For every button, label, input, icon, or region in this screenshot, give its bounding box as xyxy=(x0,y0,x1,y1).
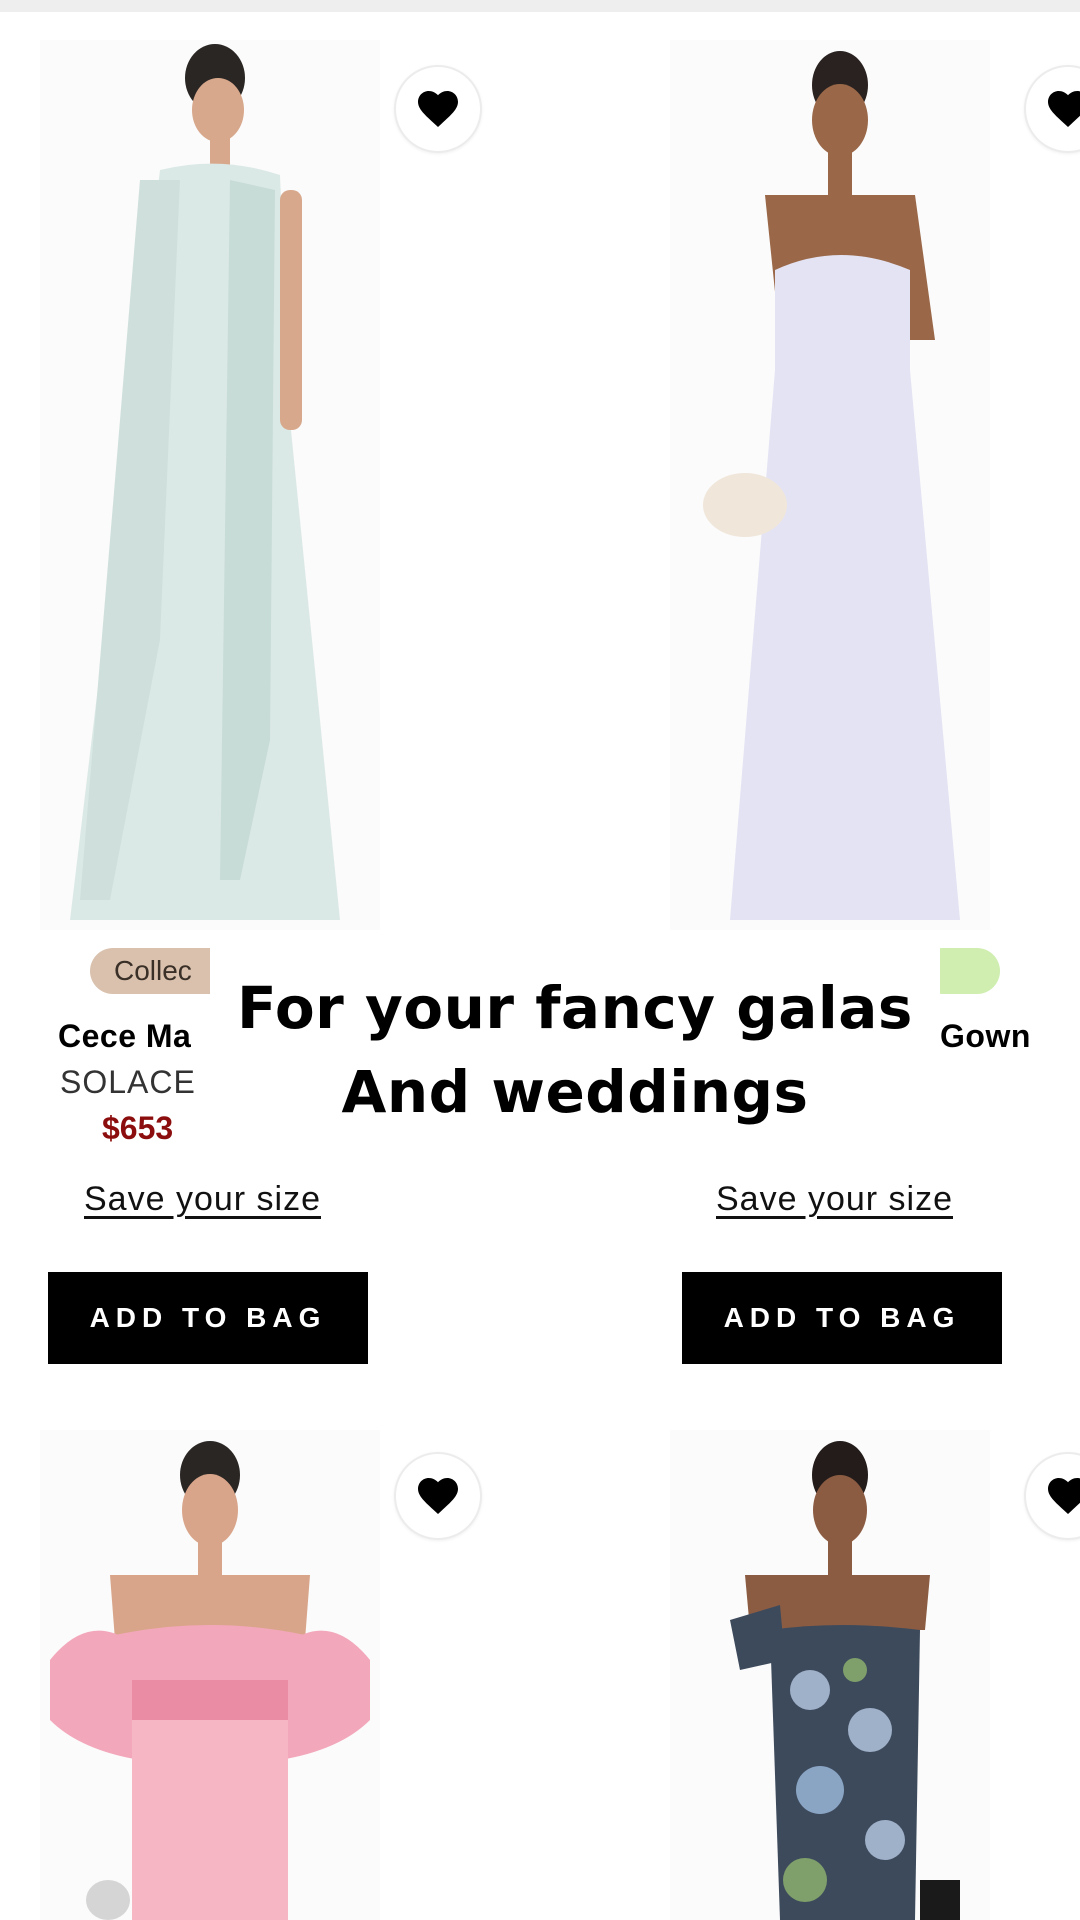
caption-line-1: For your fancy galas xyxy=(237,974,913,1042)
caption-overlay: For your fancy galas And weddings xyxy=(210,930,940,1170)
caption-line-2: And weddings xyxy=(341,1058,809,1126)
product-card-2[interactable]: Gown Save your size ADD TO BAG xyxy=(540,0,1080,1400)
product-image-3[interactable] xyxy=(40,1430,380,1920)
product-name-1[interactable]: Cece Ma xyxy=(58,1018,191,1055)
product-price-1: $653 xyxy=(102,1110,174,1146)
save-your-size-link-2[interactable]: Save your size xyxy=(716,1180,953,1219)
favorite-button-2[interactable] xyxy=(1024,65,1080,153)
product-image-4[interactable] xyxy=(670,1430,990,1920)
product-image-1[interactable] xyxy=(40,40,380,930)
heart-icon xyxy=(1048,91,1080,127)
product-name-2[interactable]: Gown xyxy=(940,1018,1031,1055)
favorite-button-1[interactable] xyxy=(394,65,482,153)
add-to-bag-button-2[interactable]: ADD TO BAG xyxy=(682,1272,1002,1364)
heart-icon xyxy=(418,1478,458,1514)
favorite-button-4[interactable] xyxy=(1024,1452,1080,1540)
product-card-4[interactable] xyxy=(540,1400,1080,1920)
heart-icon xyxy=(1048,1478,1080,1514)
product-card-1[interactable]: Collec Cece Ma SOLACE $653 Save your siz… xyxy=(0,0,540,1400)
add-to-bag-button-1[interactable]: ADD TO BAG xyxy=(48,1272,368,1364)
product-card-3[interactable] xyxy=(0,1400,540,1920)
favorite-button-3[interactable] xyxy=(394,1452,482,1540)
heart-icon xyxy=(418,91,458,127)
save-your-size-link-1[interactable]: Save your size xyxy=(84,1180,321,1219)
product-image-2[interactable] xyxy=(670,40,990,930)
product-brand-1: SOLACE xyxy=(60,1064,196,1100)
